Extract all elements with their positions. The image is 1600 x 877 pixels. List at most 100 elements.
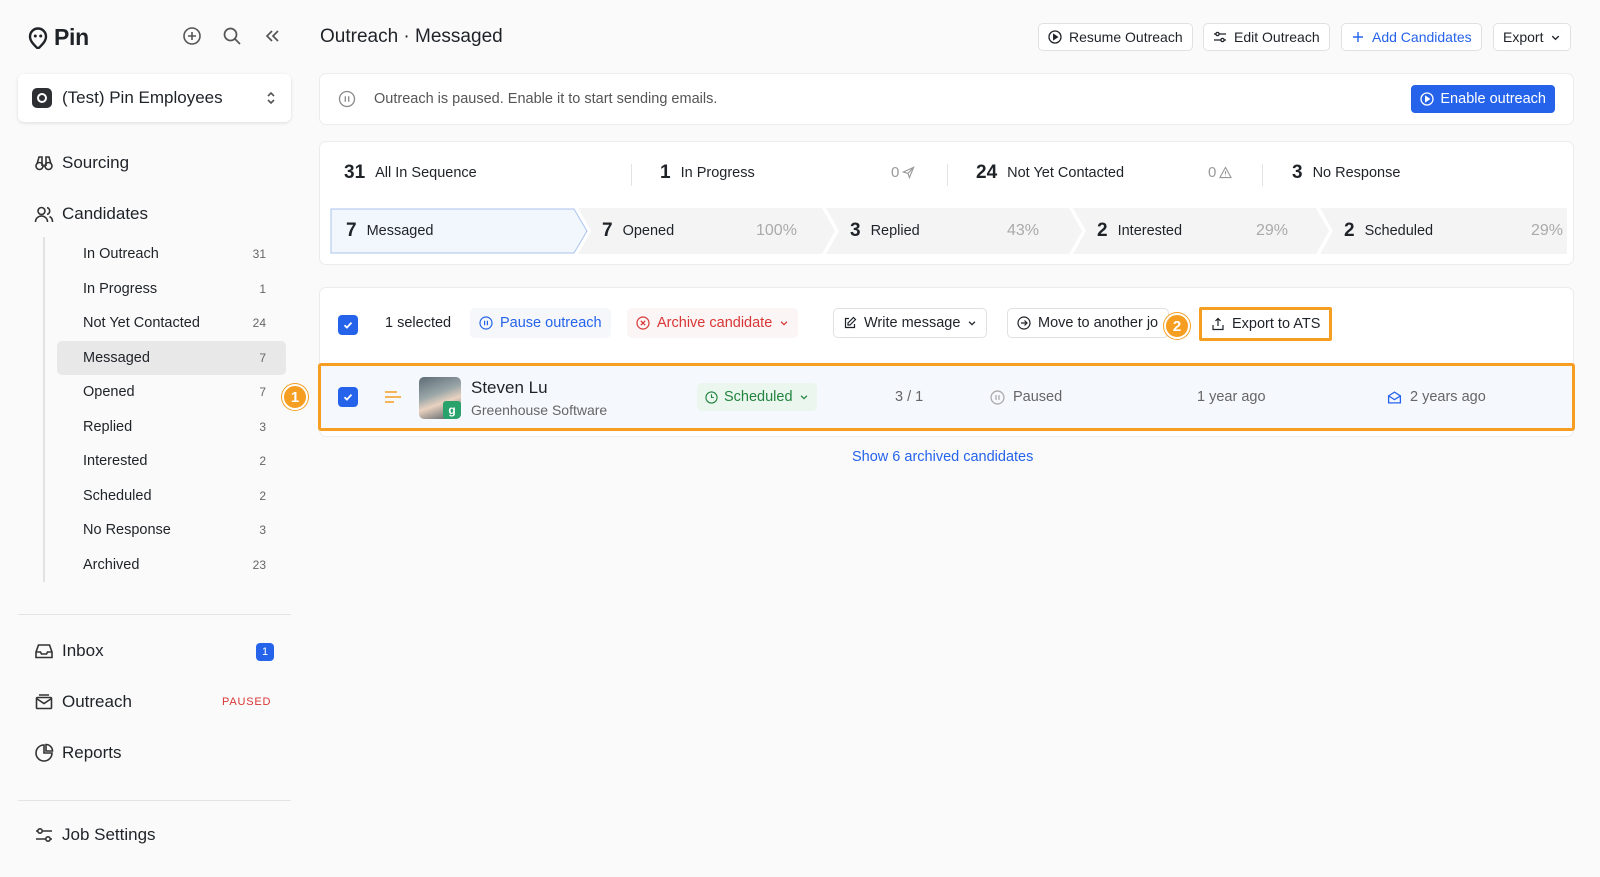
funnel-step-opened[interactable]: 7 Opened 100% (602, 208, 824, 254)
subnav-messaged[interactable]: Messaged 7 (57, 340, 286, 375)
subnav-replied[interactable]: Replied 3 (57, 410, 286, 445)
send-icon (902, 166, 915, 179)
edit-outreach-button[interactable]: Edit Outreach (1203, 23, 1330, 51)
move-to-another-job-button[interactable]: Move to another jo (1007, 308, 1169, 338)
write-message-button[interactable]: Write message (833, 308, 988, 338)
stat-number: 1 (660, 162, 671, 183)
subnav-interested[interactable]: Interested 2 (57, 444, 286, 479)
mail-open-icon (1387, 390, 1402, 403)
export-dropdown-button[interactable]: Export (1493, 23, 1572, 51)
pause-outreach-button[interactable]: Pause outreach (470, 308, 611, 338)
subnav-label: In Outreach (83, 246, 159, 263)
chevron-up-down-icon (267, 91, 275, 105)
sidebar-divider (18, 800, 291, 801)
nav-inbox[interactable]: Inbox (34, 641, 104, 661)
select-all-checkbox[interactable] (338, 315, 358, 335)
funnel-step-replied[interactable]: 3 Replied 43% (850, 208, 1072, 254)
funnel-step-scheduled[interactable]: 2 Scheduled 29% (1344, 208, 1566, 254)
clock-icon (705, 390, 718, 404)
subnav-label: No Response (83, 522, 171, 539)
subnav-in-progress[interactable]: In Progress 1 (57, 272, 286, 307)
search-icon[interactable] (222, 26, 242, 46)
stat-number: 3 (1292, 162, 1303, 183)
subnav-count: 24 (252, 316, 266, 331)
funnel-percent: 43% (1007, 222, 1040, 239)
pin-logo-icon (28, 26, 48, 49)
workspace-select[interactable]: (Test) Pin Employees (18, 74, 291, 122)
priority-lines-icon[interactable] (384, 390, 402, 404)
enable-outreach-button[interactable]: Enable outreach (1411, 85, 1555, 113)
nav-candidates[interactable]: Candidates (34, 204, 148, 224)
add-candidates-button[interactable]: Add Candidates (1341, 23, 1482, 51)
sliders-icon (36, 827, 52, 843)
edit-outreach-label: Edit Outreach (1234, 29, 1320, 45)
candidate-name[interactable]: Steven Lu (471, 378, 548, 398)
pause-circle-icon (338, 90, 356, 108)
chevron-down-icon (800, 395, 807, 400)
nav-sourcing[interactable]: Sourcing (34, 153, 129, 173)
arrow-right-circle-icon (1017, 316, 1031, 330)
stat-no-response[interactable]: 3 No Response (1292, 162, 1400, 184)
subnav-label: Not Yet Contacted (83, 315, 200, 332)
status-dropdown[interactable]: Scheduled (697, 383, 817, 411)
nav-outreach[interactable]: Outreach (34, 692, 132, 712)
last-contact: 2 years ago (1387, 366, 1486, 428)
add-circle-icon[interactable] (182, 26, 202, 46)
subnav-label: Archived (83, 556, 140, 573)
subnav-no-response[interactable]: No Response 3 (57, 513, 286, 548)
nav-reports[interactable]: Reports (34, 743, 122, 763)
stat-in-progress[interactable]: 1 In Progress (660, 162, 755, 184)
candidate-company: Greenhouse Software (471, 402, 608, 418)
outreach-state-label: Paused (1013, 389, 1063, 405)
funnel-number: 7 (602, 220, 613, 241)
pause-outreach-label: Pause outreach (500, 315, 602, 331)
subnav-in-outreach[interactable]: In Outreach 31 (57, 237, 286, 272)
subnav-label: Scheduled (83, 487, 152, 504)
sliders-icon (1214, 31, 1226, 43)
table-row[interactable]: g Steven Lu Greenhouse Software Schedule… (318, 363, 1575, 431)
added-time: 1 year ago (1197, 389, 1266, 405)
row-checkbox[interactable] (338, 387, 358, 407)
avatar: g (419, 377, 461, 419)
collapse-sidebar-icon[interactable] (262, 26, 282, 46)
users-icon (34, 206, 54, 223)
pause-circle-icon (479, 316, 493, 330)
stat-all-in-sequence[interactable]: 31 All In Sequence (344, 162, 477, 184)
funnel-step-interested[interactable]: 2 Interested 29% (1097, 208, 1319, 254)
export-to-ats-label: Export to ATS (1232, 316, 1321, 332)
funnel-percent: 29% (1256, 222, 1289, 239)
subnav-count: 1 (259, 281, 266, 296)
subnav-count: 23 (252, 557, 266, 572)
subnav-count: 31 (252, 247, 266, 262)
chevron-down-icon (969, 321, 976, 326)
archive-candidate-label: Archive candidate (657, 315, 773, 331)
plus-icon (1353, 32, 1363, 42)
app-logo[interactable]: Pin (28, 24, 89, 51)
funnel-step-messaged[interactable]: 7 Messaged (346, 208, 576, 254)
subnav-archived[interactable]: Archived 23 (57, 548, 286, 583)
subnav-label: Opened (83, 384, 135, 401)
subnav-scheduled[interactable]: Scheduled 2 (57, 479, 286, 514)
sidebar: Pin (Test) Pin Employees Sourcing Candid… (0, 0, 300, 877)
banner-message: Outreach is paused. Enable it to start s… (374, 91, 718, 107)
inbox-count-badge: 1 (256, 643, 274, 661)
show-archived-link[interactable]: Show 6 archived candidates (852, 449, 1033, 465)
inbox-icon (35, 644, 53, 659)
subnav-opened[interactable]: Opened 7 (57, 375, 286, 410)
subnav-not-yet-contacted[interactable]: Not Yet Contacted 24 (57, 306, 286, 341)
resume-outreach-button[interactable]: Resume Outreach (1038, 23, 1193, 51)
sidebar-top-actions (182, 26, 282, 46)
archive-candidate-button[interactable]: Archive candidate (627, 308, 799, 338)
nav-reports-label: Reports (62, 743, 122, 762)
subnav-count: 3 (259, 419, 266, 434)
sequence-steps: 3 / 1 (895, 389, 924, 405)
stat-side-value: 0 (1208, 164, 1217, 181)
stat-divider (1262, 164, 1263, 186)
pie-chart-icon (35, 743, 54, 762)
stat-not-yet-contacted[interactable]: 24 Not Yet Contacted (976, 162, 1124, 184)
play-circle-icon (1420, 92, 1435, 106)
nav-job-settings[interactable]: Job Settings (34, 825, 156, 845)
subnav-count: 7 (259, 350, 266, 365)
greenhouse-badge: g (443, 401, 461, 419)
export-to-ats-button[interactable]: Export to ATS (1199, 307, 1333, 341)
